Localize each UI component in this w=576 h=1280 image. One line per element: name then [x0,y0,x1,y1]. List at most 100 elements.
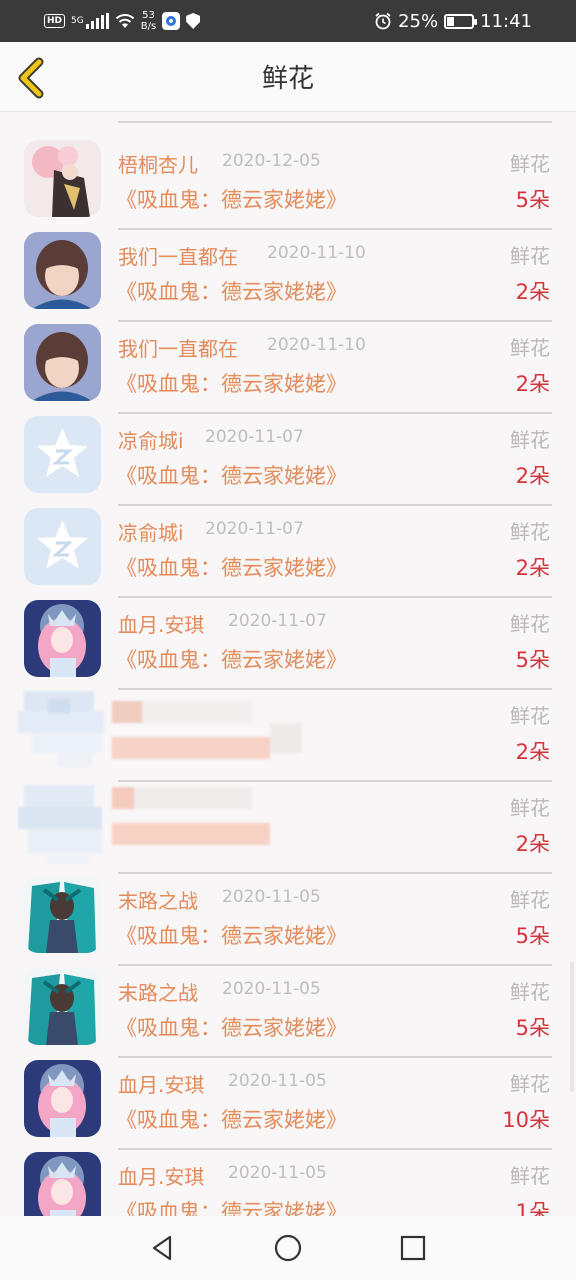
back-button[interactable] [12,56,52,100]
book-title: 《吸血鬼：德云家姥姥》 [116,1016,347,1040]
gift-date: 2020-11-05 [222,979,321,999]
gift-date: 2020-11-10 [267,335,366,355]
list-item[interactable]: 凉俞城i 2020-11-07 鲜花 《吸血鬼：德云家姥姥》 2朵 [0,415,576,507]
redacted-info [112,701,302,767]
avatar [24,876,101,953]
row-divider [118,320,552,322]
flower-count: 2朵 [515,464,550,488]
list-item[interactable]: 血月.安琪 2020-11-05 鲜花 《吸血鬼：德云家姥姥》 10朵 [0,1059,576,1151]
book-title: 《吸血鬼：德云家姥姥》 [116,464,347,488]
net-speed-unit: B/s [140,21,157,32]
list-item[interactable]: 我们一直都在 2020-11-10 鲜花 《吸血鬼：德云家姥姥》 2朵 [0,323,576,415]
chevron-left-icon [18,57,44,99]
gift-date: 2020-11-05 [222,887,321,907]
flower-count: 2朵 [515,832,550,856]
flower-count: 10朵 [502,1108,550,1132]
page-title: 鲜花 [261,64,314,94]
battery-percent: 25% [398,10,439,32]
book-title: 《吸血鬼：德云家姥姥》 [116,1108,347,1132]
triangle-back-icon [152,1235,171,1261]
list-item[interactable]: 末路之战 2020-11-05 鲜花 《吸血鬼：德云家姥姥》 5朵 [0,875,576,967]
gift-type: 鲜花 [510,428,550,452]
status-left: HD 5G 53 B/s [44,10,201,32]
sender-name: 末路之战 [118,981,198,1005]
avatar [24,140,101,217]
gift-date: 2020-11-05 [228,1071,327,1091]
gift-type: 鲜花 [510,980,550,1004]
circle-home-icon [274,1234,302,1262]
scrollbar[interactable] [570,962,574,1092]
gift-date: 2020-11-07 [228,611,327,631]
list-item[interactable]: 血月.安琪 2020-11-07 鲜花 《吸血鬼：德云家姥姥》 5朵 [0,599,576,691]
list-item[interactable]: 末路之战 2020-11-05 鲜花 《吸血鬼：德云家姥姥》 5朵 [0,967,576,1059]
default-avatar-icon [24,508,101,585]
gift-type: 鲜花 [510,796,550,820]
flower-count: 1朵 [515,1200,550,1216]
status-bar: HD 5G 53 B/s 25% 11:41 [0,0,576,42]
nav-back-button[interactable] [141,1226,185,1270]
network-type: 5G [71,16,84,26]
net-speed-value: 53 [142,10,155,21]
gift-type: 鲜花 [510,152,550,176]
square-recent-icon [401,1235,426,1261]
gift-date: 2020-11-10 [267,243,366,263]
avatar [24,232,101,309]
book-title: 《吸血鬼：德云家姥姥》 [116,556,347,580]
sender-name: 我们一直都在 [118,245,238,269]
row-divider [118,121,552,123]
gift-type: 鲜花 [510,612,550,636]
row-divider [118,1148,552,1150]
hd-icon: HD [44,14,66,28]
row-divider [118,596,552,598]
flower-count: 5朵 [515,1016,550,1040]
gift-type: 鲜花 [510,336,550,360]
row-divider [118,688,552,690]
list-item[interactable]: 我们一直都在 2020-11-10 鲜花 《吸血鬼：德云家姥姥》 2朵 [0,231,576,323]
book-title: 《吸血鬼：德云家姥姥》 [116,188,347,212]
list-item[interactable]: 鲜花 2朵 [0,783,576,875]
list-item[interactable]: 凉俞城i 2020-11-07 鲜花 《吸血鬼：德云家姥姥》 2朵 [0,507,576,599]
gift-date: 2020-11-07 [205,519,304,539]
header: 鲜花 [0,42,576,112]
list-item-partial[interactable] [0,112,576,124]
gift-type: 鲜花 [510,520,550,544]
list-item[interactable]: 鲜花 2朵 [0,691,576,783]
gift-date: 2020-11-05 [228,1163,327,1183]
sender-name: 凉俞城i [118,429,184,453]
redacted-avatar [18,691,110,771]
book-title: 《吸血鬼：德云家姥姥》 [116,648,347,672]
sender-name: 血月.安琪 [118,613,205,637]
flower-count: 2朵 [515,280,550,304]
status-right: 25% 11:41 [374,11,532,32]
sender-name: 凉俞城i [118,521,184,545]
sender-name: 血月.安琪 [118,1165,205,1189]
gift-date: 2020-12-05 [222,151,321,171]
app-notification-icon [162,12,181,30]
flower-count: 2朵 [515,556,550,580]
flower-count: 2朵 [515,740,550,764]
system-nav-bar [0,1216,576,1280]
book-title: 《吸血鬼：德云家姥姥》 [116,1200,347,1216]
list-item[interactable]: 血月.安琪 2020-11-05 鲜花 《吸血鬼：德云家姥姥》 1朵 [0,1151,576,1216]
avatar [24,600,101,677]
redacted-info [112,787,272,859]
list-item[interactable]: 梧桐杏儿 2020-12-05 鲜花 《吸血鬼：德云家姥姥》 5朵 [0,139,576,231]
battery-icon [444,13,478,29]
avatar [24,324,101,401]
row-divider [118,228,552,230]
sender-name: 梧桐杏儿 [118,153,198,177]
sender-name: 我们一直都在 [118,337,238,361]
book-title: 《吸血鬼：德云家姥姥》 [116,924,347,948]
nav-recent-button[interactable] [391,1226,435,1270]
clock: 11:41 [480,10,532,32]
flower-count: 2朵 [515,372,550,396]
sender-name: 末路之战 [118,889,198,913]
nav-home-button[interactable] [266,1226,310,1270]
flower-count: 5朵 [515,188,550,212]
net-speed: 53 B/s [141,10,156,32]
flower-count: 5朵 [515,924,550,948]
gift-type: 鲜花 [510,244,550,268]
avatar [24,1060,101,1137]
flower-list: 梧桐杏儿 2020-12-05 鲜花 《吸血鬼：德云家姥姥》 5朵 我们一直都在… [0,112,576,1216]
signal-icon [85,13,109,29]
